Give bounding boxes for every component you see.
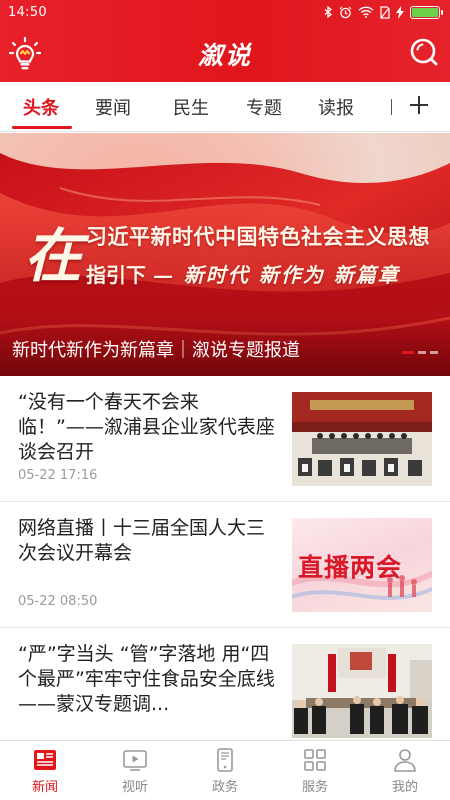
banner-subheadline: 指引下 — 新时代 新作为 新篇章 (86, 259, 400, 288)
carousel-dot[interactable] (418, 351, 426, 354)
search-icon[interactable] (408, 36, 440, 68)
plus-icon[interactable] (406, 92, 432, 118)
nav-label: 我的 (391, 780, 418, 795)
live-broadcast-text: 直播两会 (298, 553, 403, 582)
battery-fill (412, 7, 438, 17)
tab-headlines[interactable]: 头条 (23, 94, 59, 120)
news-title: “没有一个春天不会来临！”——溆浦县企业家代表座谈会召开 (18, 391, 275, 463)
live-broadcast-graphic: 直播两会 (292, 518, 432, 612)
news-list: “没有一个春天不会来临！”——溆浦县企业家代表座谈会召开 05-22 17:16… (0, 376, 450, 754)
nav-label: 视听 (121, 780, 148, 795)
banner-big-character: 在 (24, 222, 83, 290)
app-header: 14:50 溆说 (0, 0, 450, 82)
grid-icon (304, 749, 326, 771)
user-icon (394, 749, 416, 772)
status-icons (324, 5, 443, 19)
news-item[interactable]: 网络直播丨十三届全国人大三次会议开幕会 05-22 08:50 直播两会 (0, 502, 450, 628)
status-bar: 14:50 (0, 0, 450, 24)
nav-label: 新闻 (31, 780, 58, 795)
featured-banner[interactable]: 在 习近平新时代中国特色社会主义思想 指引下 — 新时代 新作为 新篇章 新时代… (0, 133, 450, 376)
banner-headline: 习近平新时代中国特色社会主义思想 (86, 225, 430, 249)
no-sim-icon (380, 5, 390, 19)
news-title: 网络直播丨十三届全国人大三次会议开幕会 (18, 517, 266, 564)
banner-subheadline-prefix: 指引下 (86, 263, 146, 287)
tab-livelihood[interactable]: 民生 (173, 94, 209, 120)
nav-label: 政务 (211, 780, 238, 795)
news-item[interactable]: “严”字当头 “管”字落地 用“四个最严”牢牢守住食品安全底线——蒙汉专题调..… (0, 628, 450, 754)
news-time: 05-22 17:16 (18, 468, 98, 483)
app-title: 溆说 (197, 41, 252, 70)
nav-profile[interactable]: 我的 (360, 741, 450, 800)
carousel-dot[interactable] (402, 351, 414, 354)
video-play-icon (123, 750, 147, 771)
news-title: “严”字当头 “管”字落地 用“四个最严”牢牢守住食品安全底线——蒙汉专题调..… (18, 643, 275, 715)
tab-newspaper[interactable]: 读报 (318, 94, 354, 120)
tabs-divider (391, 99, 392, 115)
news-item[interactable]: “没有一个春天不会来临！”——溆浦县企业家代表座谈会召开 05-22 17:16 (0, 376, 450, 502)
wifi-icon (358, 6, 374, 18)
alarm-icon (339, 6, 352, 18)
newspaper-icon (34, 750, 56, 770)
nav-news[interactable]: 新闻 (0, 741, 90, 800)
nav-services[interactable]: 服务 (270, 741, 360, 800)
meeting-photo (292, 392, 432, 486)
banner-slogan: — 新时代 新作为 新篇章 (152, 263, 400, 287)
tab-important-news[interactable]: 要闻 (95, 94, 131, 120)
phone-icon (217, 748, 233, 772)
bluetooth-icon (324, 5, 333, 18)
banner-caption: 新时代新作为新篇章｜溆说专题报道 (12, 340, 300, 361)
nav-government[interactable]: 政务 (180, 741, 270, 800)
status-time: 14:50 (8, 4, 47, 20)
tab-topics[interactable]: 专题 (246, 94, 282, 120)
app-bar: 溆说 (0, 24, 450, 82)
news-time: 05-22 08:50 (18, 594, 98, 609)
bottom-nav: 新闻 视听 政务 服务 我的 (0, 740, 450, 800)
conference-room-photo (292, 644, 432, 738)
channel-tabs: 头条 要闻 民生 专题 读报 (0, 82, 450, 132)
battery-indicator (410, 5, 443, 19)
carousel-indicator (402, 351, 438, 354)
nav-video[interactable]: 视听 (90, 741, 180, 800)
carousel-dot[interactable] (430, 351, 438, 354)
active-tab-indicator (12, 126, 72, 129)
charging-icon (396, 5, 404, 19)
nav-label: 服务 (301, 780, 328, 795)
